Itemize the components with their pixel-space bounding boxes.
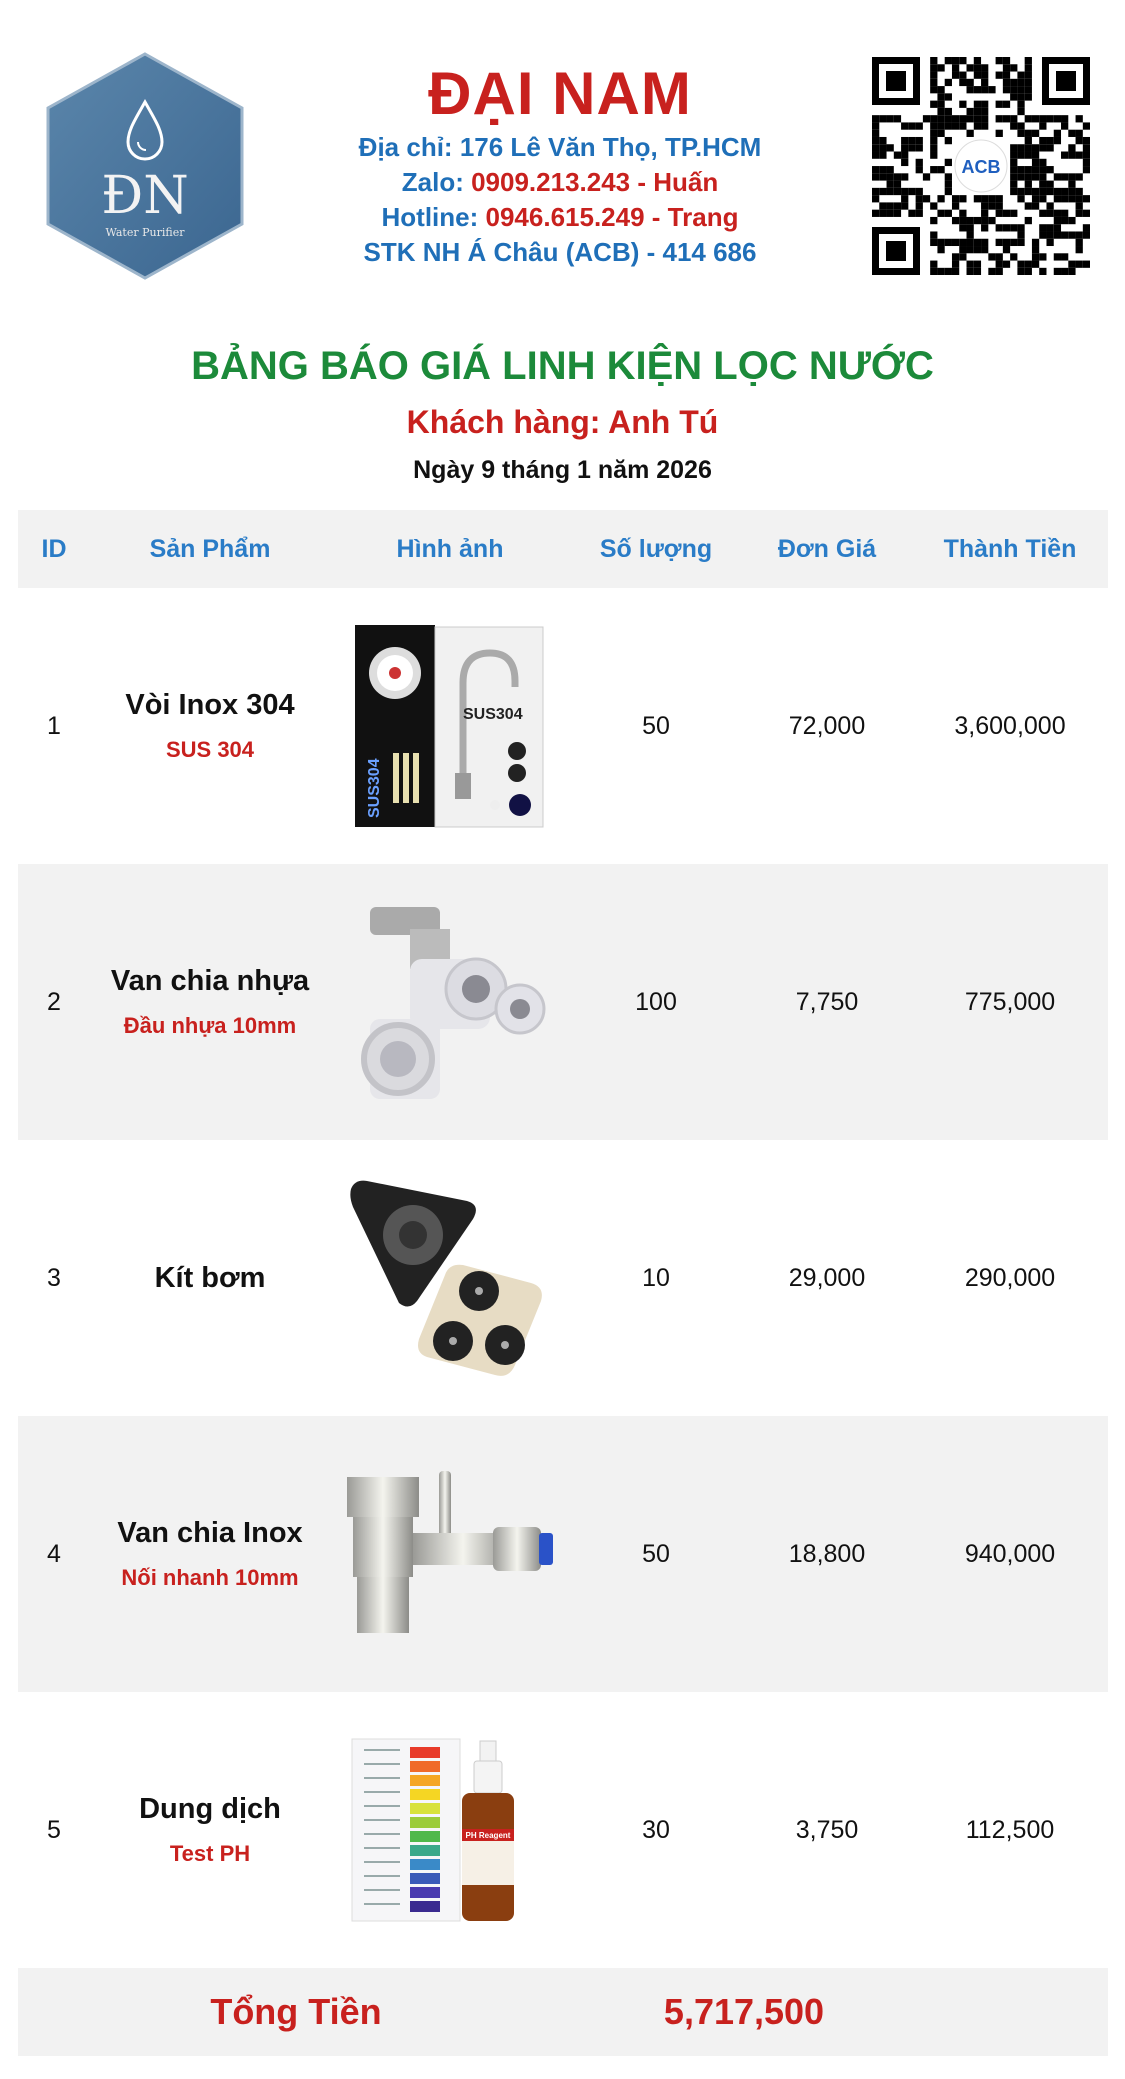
row-quantity: 30 (642, 1815, 670, 1844)
row-unit-price: 7,750 (795, 987, 859, 1016)
row-total: 290,000 (964, 1263, 1056, 1292)
company-bank: STK NH Á Châu (ACB) - 414 686 (363, 237, 757, 267)
product-spec: Đầu nhựa 10mm (123, 1013, 297, 1038)
header-quantity: Số lượng (599, 534, 713, 563)
table-row: 1 Vòi Inox 304 SUS 304 SUS304 SUS304 50 … (18, 588, 1108, 864)
product-name: Vòi Inox 304 (125, 689, 295, 721)
row-image: SUS304 SUS304 (330, 616, 570, 836)
company-hotline: Hotline: 0946.615.249 - Trang (381, 202, 739, 232)
product-spec: Test PH (169, 1841, 251, 1866)
company-address: Địa chỉ: 176 Lê Văn Thọ, TP.HCM (358, 132, 762, 162)
table-total-row: Tổng Tiền 5,717,500 (18, 1968, 1108, 2056)
svg-text:ĐN: ĐN (101, 166, 188, 226)
row-quantity: 100 (635, 987, 677, 1016)
row-image (330, 1444, 570, 1664)
plastic-valve-image (361, 907, 546, 1099)
company-name: ĐẠI NAM (428, 60, 692, 127)
company-zalo: Zalo: 0909.213.243 - Huấn (401, 167, 719, 197)
svg-text:SUS304: SUS304 (463, 706, 523, 723)
row-id: 4 (47, 1539, 61, 1568)
row-id: 2 (47, 987, 61, 1016)
row-id: 5 (47, 1815, 61, 1844)
document-title-block: BẢNG BÁO GIÁ LINH KIỆN LỌC NƯỚC Khách hà… (0, 336, 1125, 490)
header-total: Thành Tiền (943, 534, 1077, 563)
row-total: 775,000 (964, 987, 1056, 1016)
row-id: 1 (47, 711, 61, 740)
header: ĐN Water Purifier ĐẠI NAM Địa chỉ: 176 L… (0, 0, 1125, 300)
svg-text:PH Reagent: PH Reagent (466, 1831, 511, 1840)
row-unit-price: 72,000 (788, 711, 866, 740)
company-logo: ĐN Water Purifier (46, 52, 244, 280)
header-id: ID (41, 534, 67, 563)
product-name: Dung dịch (139, 1793, 281, 1825)
document-title: BẢNG BÁO GIÁ LINH KIỆN LỌC NƯỚC (191, 344, 934, 388)
row-product: Van chia nhựa Đầu nhựa 10mm (90, 961, 330, 1043)
row-product: Vòi Inox 304 SUS 304 (90, 685, 330, 767)
header-product: Sản Phẩm (149, 534, 271, 563)
ph-reagent-image: PH Reagent (351, 1738, 514, 1922)
header-unit-price: Đơn Giá (777, 534, 877, 563)
table-row: 5 Dung dịch Test PH PH Reagent 30 3,750 (18, 1692, 1108, 1968)
row-unit-price: 3,750 (795, 1815, 859, 1844)
total-value: 5,717,500 (663, 1991, 825, 2032)
row-image (330, 1168, 570, 1388)
row-unit-price: 18,800 (788, 1539, 866, 1568)
document-date: Ngày 9 tháng 1 năm 2026 (413, 456, 712, 484)
pump-kit-image (350, 1180, 542, 1376)
row-total: 112,500 (965, 1815, 1055, 1844)
row-product: Dung dịch Test PH (90, 1789, 330, 1871)
stainless-faucet-image: SUS304 SUS304 (355, 625, 544, 828)
row-total: 3,600,000 (954, 711, 1066, 740)
row-product: Van chia Inox Nối nhanh 10mm (90, 1513, 330, 1595)
svg-text:SUS304: SUS304 (366, 758, 383, 818)
product-name: Kít bơm (154, 1262, 266, 1294)
customer-name: Khách hàng: Anh Tú (406, 404, 719, 440)
stainless-valve-image (347, 1471, 553, 1633)
row-quantity: 50 (642, 711, 670, 740)
row-quantity: 50 (642, 1539, 670, 1568)
table-row: 4 Van chia Inox Nối nhanh 10mm 50 18,800… (18, 1416, 1108, 1692)
table-row: 2 Van chia nhựa Đầu nhựa 10mm 100 7,750 … (18, 864, 1108, 1140)
product-spec: SUS 304 (165, 737, 255, 762)
product-spec: Nối nhanh 10mm (121, 1565, 299, 1590)
header-image: Hình ảnh (396, 534, 504, 563)
svg-text:ACB: ACB (962, 157, 1001, 177)
total-label: Tổng Tiền (210, 1991, 382, 2032)
row-id: 3 (47, 1263, 61, 1292)
row-product: Kít bơm (90, 1258, 330, 1298)
product-name: Van chia nhựa (110, 965, 310, 997)
payment-qr-code: ACB (872, 57, 1090, 275)
row-total: 940,000 (964, 1539, 1056, 1568)
table-row: 3 Kít bơm 10 29,000 290,000 (18, 1140, 1108, 1416)
product-name: Van chia Inox (117, 1517, 303, 1549)
table-header: ID Sản Phẩm Hình ảnh Số lượng Đơn Giá Th… (18, 510, 1108, 588)
row-image (330, 892, 570, 1112)
price-table: ID Sản Phẩm Hình ảnh Số lượng Đơn Giá Th… (18, 510, 1108, 2056)
svg-text:Water Purifier: Water Purifier (106, 226, 186, 239)
company-info: ĐẠI NAM Địa chỉ: 176 Lê Văn Thọ, TP.HCM … (250, 58, 870, 270)
row-quantity: 10 (642, 1263, 670, 1292)
row-unit-price: 29,000 (788, 1263, 866, 1292)
row-image: PH Reagent (330, 1720, 570, 1940)
